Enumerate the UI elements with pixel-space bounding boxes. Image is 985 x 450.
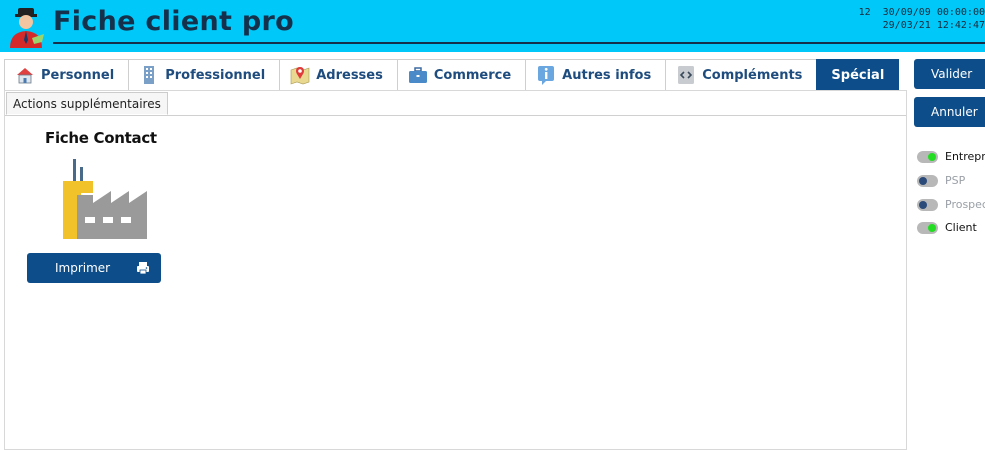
tab-label: Professionnel	[165, 67, 266, 83]
code-icon	[678, 66, 695, 84]
cancel-button[interactable]: Annuler	[914, 97, 985, 127]
toggle-row-prospect[interactable]: Prospect	[917, 198, 985, 211]
tab-label: Autres infos	[562, 67, 652, 83]
meta-line-1: 12 30/09/09 00:00:00	[858, 7, 985, 18]
app-header: Fiche client pro 12 30/09/09 00:00:00 29…	[0, 0, 985, 52]
toggle-switch[interactable]	[917, 221, 938, 234]
toggle-row-client[interactable]: Client	[917, 221, 977, 234]
print-button[interactable]: Imprimer	[27, 253, 161, 283]
header-meta: 12 30/09/09 00:00:00 29/03/21 12:42:47	[859, 6, 985, 32]
print-button-label: Imprimer	[55, 261, 111, 275]
building-icon	[144, 66, 155, 84]
tab-panel: Actions supplémentaires Fiche Contact Im…	[4, 90, 907, 450]
toggle-label: Entrepri	[945, 150, 985, 163]
page-title: Fiche client pro	[53, 6, 294, 37]
factory-icon	[63, 159, 147, 239]
validate-button[interactable]: Valider	[914, 59, 985, 89]
tab-label: Compléments	[702, 67, 803, 83]
tab-special[interactable]: Spécial	[816, 59, 900, 90]
subtab-actions[interactable]: Actions supplémentaires	[6, 92, 168, 115]
title-underline	[53, 42, 985, 44]
subtab-divider	[5, 115, 906, 116]
tab-adresses[interactable]: Adresses	[279, 59, 398, 90]
tab-personnel[interactable]: Personnel	[4, 59, 130, 90]
toggle-switch[interactable]	[917, 150, 938, 163]
tab-professionnel[interactable]: Professionnel	[128, 59, 281, 90]
meta-line-2: 29/03/21 12:42:47	[882, 20, 985, 31]
user-icon	[10, 8, 44, 48]
briefcase-icon	[408, 67, 427, 83]
tab-bar: Personnel Professionnel Adresses Commerc…	[4, 59, 900, 90]
toggle-label: Client	[945, 221, 977, 234]
toggle-switch[interactable]	[917, 174, 938, 187]
printer-icon	[137, 262, 149, 275]
tab-label: Commerce	[433, 67, 512, 83]
tab-label: Spécial	[831, 67, 885, 83]
toggle-row-entreprise[interactable]: Entrepri	[917, 150, 985, 163]
tab-label: Adresses	[316, 67, 383, 83]
tab-autres-infos[interactable]: Autres infos	[525, 59, 667, 90]
house-icon	[17, 68, 33, 84]
info-icon	[538, 66, 555, 85]
toggle-switch[interactable]	[917, 198, 938, 211]
toggle-label: Prospect	[945, 198, 985, 211]
card-title: Fiche Contact	[45, 129, 157, 147]
toggle-label: PSP	[945, 174, 966, 187]
map-pin-icon	[290, 67, 310, 85]
tab-commerce[interactable]: Commerce	[396, 59, 527, 90]
tab-complements[interactable]: Compléments	[665, 59, 818, 90]
toggle-row-psp[interactable]: PSP	[917, 174, 965, 187]
tab-label: Personnel	[41, 67, 115, 83]
